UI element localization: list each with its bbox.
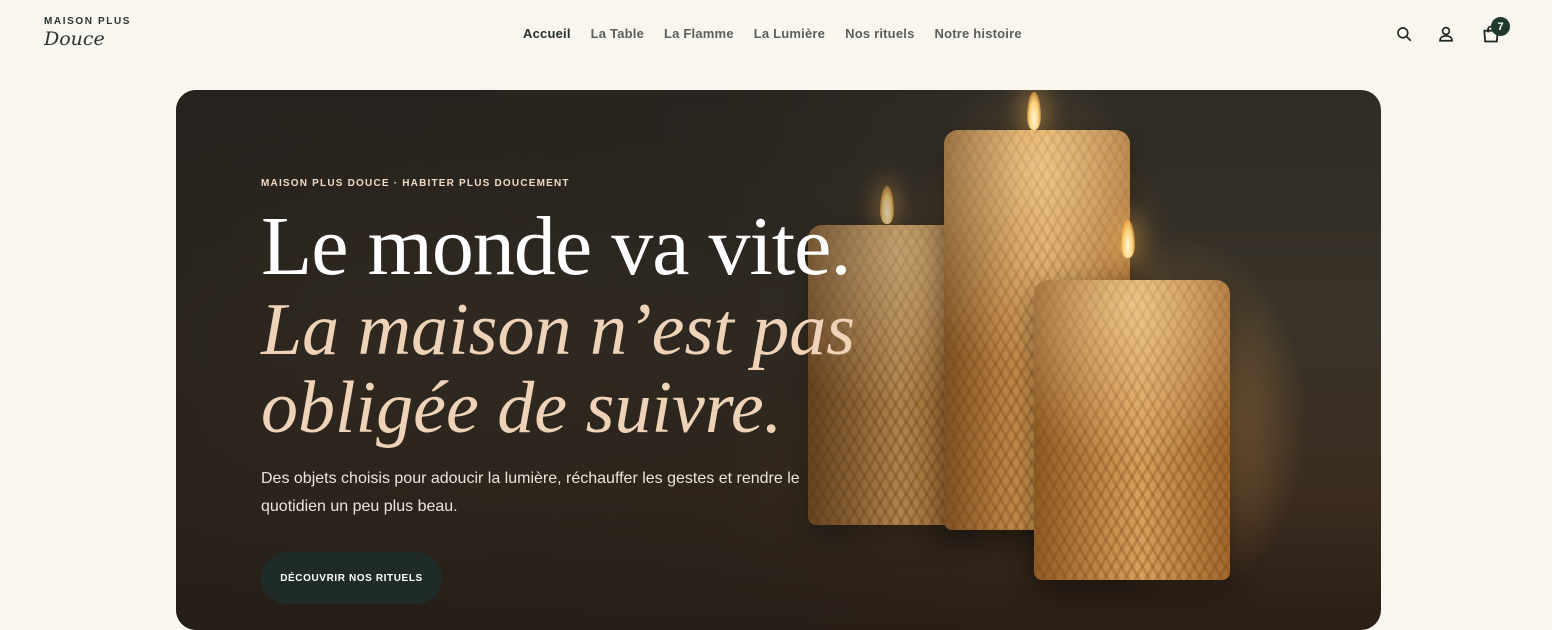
brand-logo-bottom: Douce — [44, 28, 105, 50]
brand-logo-top: MAISON PLUS — [44, 16, 132, 27]
hero-headline: Le monde va vite. — [261, 200, 851, 293]
cart-count-badge: 7 — [1491, 17, 1510, 36]
hero-banner: MAISON PLUS DOUCE · HABITER PLUS DOUCEME… — [176, 90, 1381, 630]
account-button[interactable] — [1435, 23, 1457, 45]
hero-content: MAISON PLUS DOUCE · HABITER PLUS DOUCEME… — [261, 178, 941, 521]
nav-item-notre-histoire[interactable]: Notre histoire — [935, 26, 1022, 41]
search-icon — [1397, 27, 1412, 42]
brand-logo[interactable]: MAISON PLUS Douce — [44, 16, 131, 50]
nav-item-la-table[interactable]: La Table — [591, 26, 644, 41]
nav-item-nos-rituels[interactable]: Nos rituels — [845, 26, 914, 41]
search-button[interactable] — [1393, 23, 1415, 45]
hero-description: Des objets choisis pour adoucir la lumiè… — [261, 470, 800, 515]
nav-item-la-lumiere[interactable]: La Lumière — [754, 26, 825, 41]
nav-item-accueil[interactable]: Accueil — [523, 26, 571, 41]
main-nav: Accueil La Table La Flamme La Lumière No… — [523, 26, 1042, 41]
site-header: MAISON PLUS Douce Accueil La Table La Fl… — [0, 0, 1552, 70]
user-icon — [1439, 26, 1453, 42]
hero-headline-italic-2: obligée de suivre. — [261, 367, 783, 449]
discover-rituals-button[interactable]: DÉCOUVRIR NOS RITUELS — [261, 552, 442, 604]
nav-item-la-flamme[interactable]: La Flamme — [664, 26, 734, 41]
hero-eyebrow: MAISON PLUS DOUCE · HABITER PLUS DOUCEME… — [261, 178, 570, 189]
hero-headline-italic-1: La maison n’est pas — [261, 289, 856, 371]
